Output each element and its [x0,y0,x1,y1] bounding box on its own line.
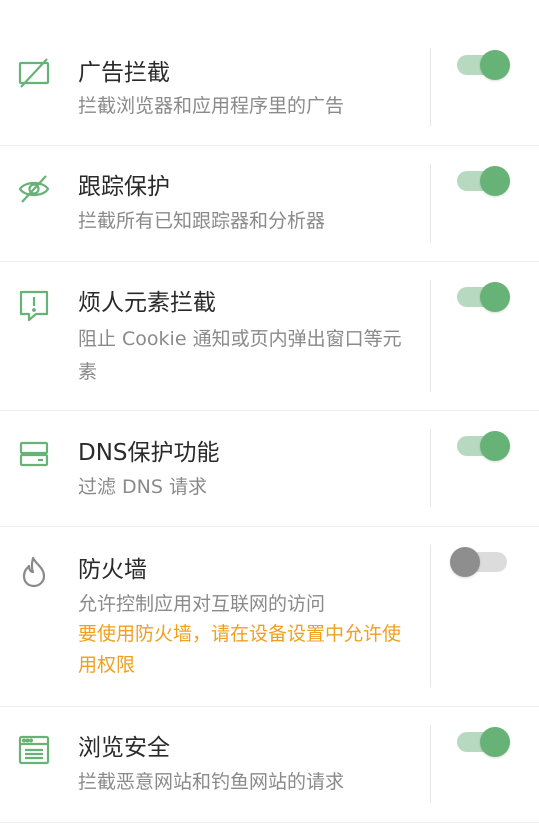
setting-row-annoyance-blocking[interactable]: 烦人元素拦截 阻止 Cookie 通知或页内弹出窗口等元素 [0,262,539,411]
toggle-thumb [480,166,510,196]
eye-slash-icon [16,171,52,207]
firewall-permission-warning: 要使用防火墙，请在设备设置中允许使用权限 [78,623,402,676]
divider [430,545,431,687]
setting-title: 跟踪保护 [78,174,170,200]
setting-row-tracking-protection[interactable]: 跟踪保护 拦截所有已知跟踪器和分析器 [0,146,539,262]
setting-title: DNS保护功能 [78,440,220,466]
flame-icon [16,554,52,590]
setting-description: 过滤 DNS 请求 [78,476,207,498]
toggle-thumb [480,727,510,757]
setting-row-browsing-security[interactable]: 浏览安全 拦截恶意网站和钓鱼网站的请求 [0,707,539,823]
setting-title: 广告拦截 [78,60,170,86]
setting-description: 拦截浏览器和应用程序里的广告 [78,95,345,117]
annoyance-blocking-toggle[interactable] [455,280,513,314]
toggle-thumb [450,547,480,577]
setting-title: 防火墙 [78,557,147,583]
setting-description: 拦截所有已知跟踪器和分析器 [78,210,326,232]
setting-title: 浏览安全 [78,735,170,761]
toggle-thumb [480,50,510,80]
divider [430,429,431,507]
setting-row-dns-protection[interactable]: DNS保护功能 过滤 DNS 请求 [0,411,539,527]
setting-description: 允许控制应用对互联网的访问 [78,593,326,615]
ad-block-icon [16,55,52,91]
firewall-toggle[interactable] [450,545,513,579]
setting-description: 拦截恶意网站和钓鱼网站的请求 [78,771,345,793]
setting-row-ad-blocking[interactable]: 广告拦截 拦截浏览器和应用程序里的广告 [0,30,539,146]
ad-blocking-toggle[interactable] [455,48,513,82]
setting-row-firewall[interactable]: 防火墙 允许控制应用对互联网的访问 要使用防火墙，请在设备设置中允许使用权限 [0,527,539,707]
divider [430,280,431,392]
browsing-security-toggle[interactable] [455,725,513,759]
server-icon [16,436,52,472]
setting-title: 烦人元素拦截 [78,290,216,316]
toggle-thumb [480,282,510,312]
divider [430,48,431,126]
browser-window-icon [16,732,52,768]
divider [430,164,431,242]
tracking-protection-toggle[interactable] [455,164,513,198]
alert-bubble-icon [16,288,52,324]
toggle-thumb [480,431,510,461]
dns-protection-toggle[interactable] [455,429,513,463]
divider [430,725,431,803]
setting-description: 阻止 Cookie 通知或页内弹出窗口等元素 [78,328,402,383]
